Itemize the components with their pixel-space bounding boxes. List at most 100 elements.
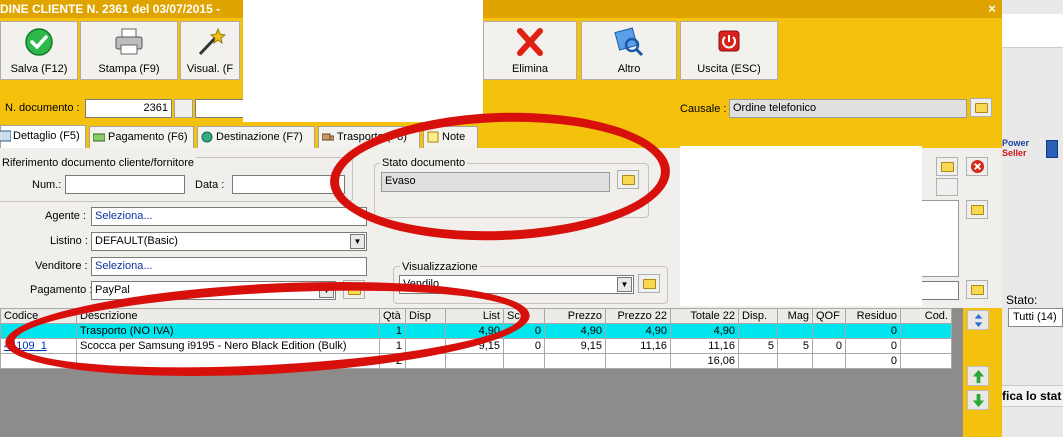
tab-note[interactable]: Note bbox=[423, 126, 478, 148]
save-button[interactable]: Salva (F12) bbox=[0, 21, 78, 80]
cell-list[interactable]: 4,90 bbox=[445, 323, 504, 339]
cell-qof[interactable] bbox=[812, 323, 846, 339]
pagamento-select[interactable]: PayPal ▼ bbox=[91, 281, 336, 300]
doc-number-label: N. documento : bbox=[5, 102, 80, 114]
chevron-down-icon[interactable]: ▼ bbox=[350, 234, 365, 249]
doc-number-lookup-button[interactable] bbox=[174, 99, 193, 118]
table-row[interactable]: 44109_1 Scocca per Samsung i9195 - Nero … bbox=[0, 338, 952, 354]
visualizzazione-select[interactable]: Vendilo ▼ bbox=[399, 275, 634, 294]
stato-folder-button[interactable] bbox=[617, 170, 639, 189]
tab-trasporto[interactable]: Trasporto (F8) bbox=[318, 126, 420, 148]
causale-input[interactable]: Ordine telefonico bbox=[729, 99, 967, 118]
cell-sc[interactable]: 0 bbox=[503, 323, 545, 339]
move-down-button[interactable] bbox=[967, 390, 989, 410]
cell-mag[interactable] bbox=[777, 323, 813, 339]
cell-prezzo22[interactable]: 11,16 bbox=[605, 338, 671, 354]
col-header[interactable]: QOF bbox=[812, 308, 846, 324]
agente-label: Agente : bbox=[45, 210, 86, 222]
remove-button[interactable] bbox=[966, 157, 988, 176]
listino-value: DEFAULT(Basic) bbox=[95, 235, 178, 247]
cell-qta[interactable]: 1 bbox=[379, 338, 406, 354]
tab-trasporto-label: Trasporto (F8) bbox=[337, 131, 407, 143]
cell-descrizione[interactable]: Scocca per Samsung i9195 - Nero Black Ed… bbox=[76, 338, 380, 354]
visualizzazione-folder-button[interactable] bbox=[638, 274, 660, 293]
cell-qof bbox=[812, 353, 846, 369]
cell-descrizione[interactable]: Trasporto (NO IVA) bbox=[76, 323, 380, 339]
table-row[interactable]: Trasporto (NO IVA) 1 4,90 0 4,90 4,90 4,… bbox=[0, 323, 952, 339]
altro-button[interactable]: Altro bbox=[581, 21, 677, 80]
move-row-button[interactable] bbox=[967, 310, 989, 330]
pagamento-folder-button[interactable] bbox=[343, 280, 365, 299]
cell-prezzo[interactable]: 4,90 bbox=[544, 323, 606, 339]
cell-cod[interactable] bbox=[900, 323, 952, 339]
cell-codice[interactable]: 44109_1 bbox=[0, 338, 77, 354]
cell-prezzo[interactable]: 9,15 bbox=[544, 338, 606, 354]
cell-prezzo22[interactable]: 4,90 bbox=[605, 323, 671, 339]
col-header[interactable]: Qtà bbox=[379, 308, 406, 324]
data-input[interactable] bbox=[232, 175, 345, 194]
col-header[interactable]: Descrizione bbox=[76, 308, 380, 324]
cell-cod[interactable] bbox=[900, 338, 952, 354]
move-up-button[interactable] bbox=[967, 366, 989, 386]
device-icon bbox=[1046, 140, 1058, 158]
tab-pagamento[interactable]: Pagamento (F6) bbox=[89, 126, 194, 148]
col-header[interactable]: List bbox=[445, 308, 504, 324]
doc-number-input[interactable]: 2361 bbox=[85, 99, 172, 118]
chevron-down-icon[interactable]: ▼ bbox=[617, 277, 632, 292]
green-down-arrow-icon bbox=[972, 393, 985, 408]
extra-folder-button[interactable] bbox=[966, 280, 988, 299]
cell-totale22[interactable]: 4,90 bbox=[670, 323, 739, 339]
col-header[interactable]: Prezzo 22 bbox=[605, 308, 671, 324]
cell-disp[interactable] bbox=[405, 338, 446, 354]
printer-icon bbox=[115, 28, 143, 55]
stato-documento-input[interactable]: Evaso bbox=[381, 172, 610, 192]
col-header[interactable]: Totale 22 bbox=[670, 308, 739, 324]
agente-input[interactable]: Seleziona... bbox=[91, 207, 367, 226]
view-button[interactable]: Visual. (F bbox=[180, 21, 240, 80]
print-button[interactable]: Stampa (F9) bbox=[80, 21, 178, 80]
causale-folder-button[interactable] bbox=[970, 98, 992, 117]
magic-wand-icon bbox=[198, 27, 226, 56]
folder-icon bbox=[622, 175, 635, 185]
cell-qta-total: 2 bbox=[379, 353, 406, 369]
col-header[interactable]: Disp bbox=[405, 308, 446, 324]
notes-textarea[interactable] bbox=[921, 200, 959, 277]
cell-disp2[interactable]: 5 bbox=[738, 338, 778, 354]
close-icon[interactable]: × bbox=[985, 1, 999, 16]
cell-list[interactable]: 9,15 bbox=[445, 338, 504, 354]
listino-label: Listino : bbox=[50, 235, 88, 247]
cell-residuo[interactable]: 0 bbox=[845, 338, 901, 354]
print-preview-button[interactable] bbox=[936, 178, 958, 196]
folder-icon bbox=[643, 279, 656, 289]
delete-button[interactable]: Elimina bbox=[483, 21, 577, 80]
cell-sc[interactable]: 0 bbox=[503, 338, 545, 354]
cell-mag[interactable]: 5 bbox=[777, 338, 813, 354]
chevron-down-icon[interactable]: ▼ bbox=[319, 283, 334, 298]
num-input[interactable] bbox=[65, 175, 185, 194]
col-header[interactable]: Cod. bbox=[900, 308, 952, 324]
venditore-input[interactable]: Seleziona... bbox=[91, 257, 367, 276]
cell-disp[interactable] bbox=[405, 323, 446, 339]
tab-dettaglio[interactable]: Dettaglio (F5) bbox=[0, 125, 86, 149]
col-header[interactable]: Residuo bbox=[845, 308, 901, 324]
listino-select[interactable]: DEFAULT(Basic) ▼ bbox=[91, 232, 367, 251]
product-code-link[interactable]: 44109_1 bbox=[4, 340, 47, 352]
notes-folder-button[interactable] bbox=[966, 200, 988, 219]
cell-disp2[interactable] bbox=[738, 323, 778, 339]
tab-destinazione[interactable]: Destinazione (F7) bbox=[197, 126, 315, 148]
col-header[interactable]: Sc bbox=[503, 308, 545, 324]
col-header[interactable]: Disp. bbox=[738, 308, 778, 324]
col-header[interactable]: Mag bbox=[777, 308, 813, 324]
brand-power-text: Power bbox=[1002, 138, 1030, 148]
cell-codice[interactable] bbox=[0, 323, 77, 339]
top-folder-button[interactable] bbox=[936, 157, 958, 176]
col-header[interactable]: Codice bbox=[0, 308, 77, 324]
extra-input[interactable] bbox=[921, 281, 959, 300]
cell-residuo[interactable]: 0 bbox=[845, 323, 901, 339]
cell-qta[interactable]: 1 bbox=[379, 323, 406, 339]
exit-button[interactable]: Uscita (ESC) bbox=[680, 21, 778, 80]
stato-select[interactable]: Tutti (14) bbox=[1008, 308, 1063, 327]
cell-qof[interactable]: 0 bbox=[812, 338, 846, 354]
col-header[interactable]: Prezzo bbox=[544, 308, 606, 324]
cell-totale22[interactable]: 11,16 bbox=[670, 338, 739, 354]
